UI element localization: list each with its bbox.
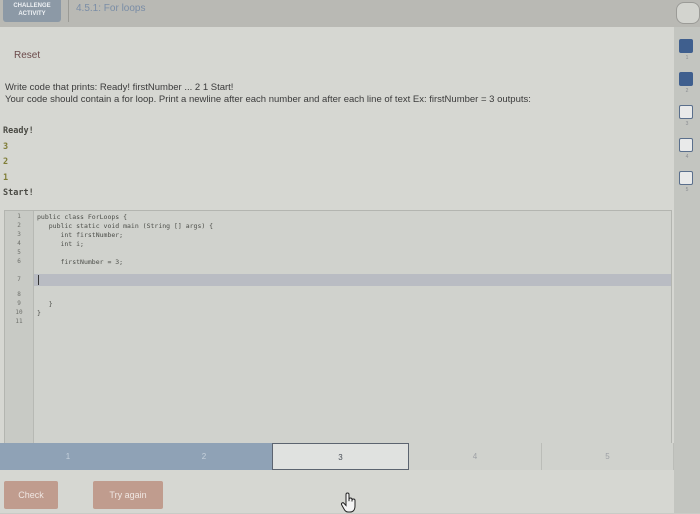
check-button[interactable]: Check bbox=[4, 481, 58, 509]
level-sidebar: 1 2 3 4 5 bbox=[674, 27, 700, 513]
divider bbox=[68, 0, 69, 22]
badge-line-1: CHALLENGE bbox=[13, 3, 51, 9]
code-line[interactable]: } bbox=[37, 308, 41, 318]
level-5-checkbox[interactable] bbox=[679, 171, 693, 185]
try-again-button[interactable]: Try again bbox=[93, 481, 163, 509]
pointer-hand-icon bbox=[340, 492, 356, 513]
level-number: 4 bbox=[685, 154, 689, 160]
line-number: 7 bbox=[17, 276, 21, 283]
level-number: 2 bbox=[685, 88, 689, 94]
reset-button[interactable]: Reset bbox=[14, 48, 60, 64]
code-line[interactable]: int i; bbox=[37, 239, 84, 249]
code-line[interactable]: firstNumber = 3; bbox=[37, 257, 123, 267]
instructions-line-2: Your code should contain a for loop. Pri… bbox=[5, 94, 531, 105]
top-bar: CHALLENGE ACTIVITY 4.5.1: For loops bbox=[0, 0, 700, 28]
progress-step-3[interactable]: 3 bbox=[272, 443, 409, 470]
text-cursor bbox=[38, 275, 39, 285]
instructions-line-1: Write code that prints: Ready! firstNumb… bbox=[5, 82, 234, 93]
sample-output: Ready! 3 2 1 Start! bbox=[3, 124, 34, 202]
progress-bar: 1 2 3 4 5 bbox=[0, 443, 674, 470]
progress-step-5[interactable]: 5 bbox=[542, 443, 674, 470]
sample-line: Start! bbox=[3, 188, 34, 198]
progress-step-4[interactable]: 4 bbox=[409, 443, 542, 470]
code-editor[interactable]: 1 2 3 4 5 6 7 8 9 10 11 public class For… bbox=[4, 210, 672, 444]
main-content: Reset Write code that prints: Ready! fir… bbox=[0, 27, 674, 513]
badge-line-2: ACTIVITY bbox=[18, 11, 46, 17]
level-2-checkbox[interactable] bbox=[679, 72, 693, 86]
sample-line: 3 bbox=[3, 141, 9, 152]
expand-chevron-icon[interactable] bbox=[676, 2, 700, 24]
level-1-checkbox[interactable] bbox=[679, 39, 693, 53]
line-number: 11 bbox=[15, 318, 23, 325]
line-number: 6 bbox=[17, 258, 21, 265]
level-4-checkbox[interactable] bbox=[679, 138, 693, 152]
current-line-highlight bbox=[5, 274, 671, 286]
sample-line: Ready! bbox=[3, 126, 34, 136]
progress-step-2[interactable]: 2 bbox=[136, 443, 272, 470]
progress-step-1[interactable]: 1 bbox=[0, 443, 136, 470]
activity-title: 4.5.1: For loops bbox=[76, 3, 146, 14]
activity-badge: CHALLENGE ACTIVITY bbox=[3, 0, 61, 22]
instructions: Write code that prints: Ready! firstNumb… bbox=[5, 82, 670, 106]
level-number: 3 bbox=[685, 121, 689, 127]
level-3-checkbox[interactable] bbox=[679, 105, 693, 119]
level-number: 5 bbox=[685, 187, 689, 193]
sample-line: 2 bbox=[3, 157, 9, 167]
level-number: 1 bbox=[685, 55, 689, 61]
sample-line: 1 bbox=[3, 172, 9, 183]
